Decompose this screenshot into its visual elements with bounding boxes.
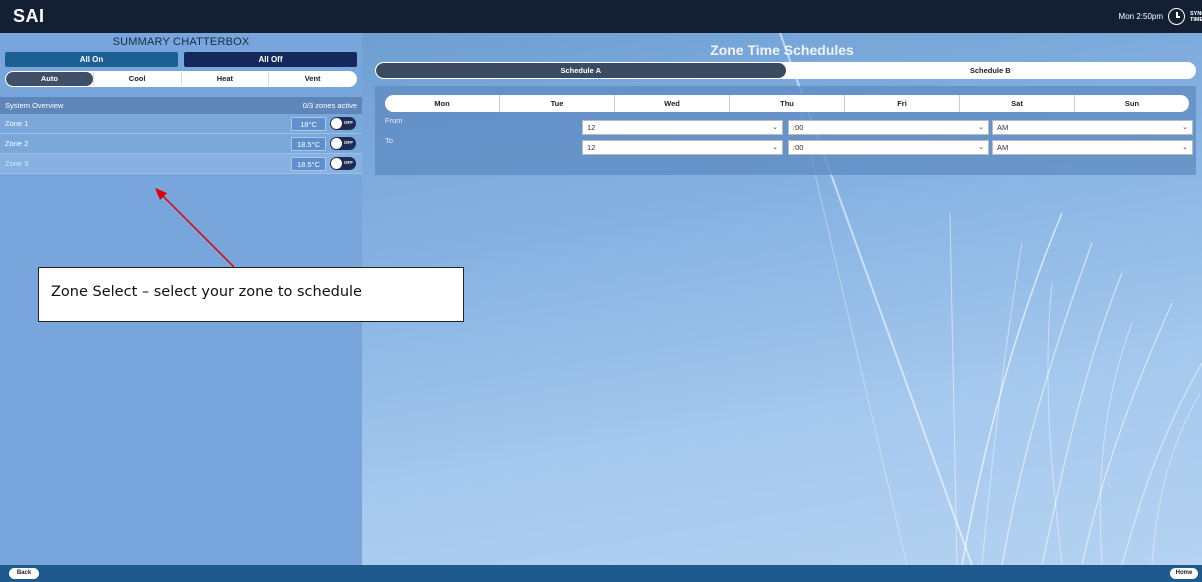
- toggle-knob: [331, 158, 342, 169]
- power-buttons: All On All Off: [0, 52, 362, 67]
- to-hour-select[interactable]: 12 ⌄: [582, 140, 783, 155]
- annotation-callout: Zone Select – select your zone to schedu…: [38, 267, 464, 322]
- zone-power-toggle[interactable]: OFF: [330, 117, 356, 130]
- schedule-card: Mon Tue Wed Thu Fri Sat Sun From 12 ⌄ :00…: [375, 86, 1196, 175]
- toggle-label: OFF: [344, 160, 353, 165]
- toggle-knob: [331, 138, 342, 149]
- zone-row-1[interactable]: Zone 1 18°C OFF: [0, 114, 362, 134]
- zone-row-3[interactable]: Zone 3 18.5°C OFF: [0, 154, 362, 174]
- chevron-down-icon: ⌄: [978, 124, 984, 131]
- chevron-down-icon: ⌄: [1182, 124, 1188, 131]
- zone-temperature: 18.5°C: [291, 136, 326, 151]
- chevron-down-icon: ⌄: [1182, 144, 1188, 151]
- zone-name[interactable]: Zone 1: [5, 119, 291, 128]
- day-thu-button[interactable]: Thu: [729, 95, 844, 112]
- to-minute-value: :00: [793, 143, 804, 152]
- toggle-label: OFF: [344, 120, 353, 125]
- mode-selector: Auto Cool Heat Vent: [5, 71, 357, 87]
- clock-area: Mon 2:50pm SYNC TIME: [1119, 0, 1202, 33]
- from-row: From 12 ⌄ :00 ⌄ AM ⌄: [375, 116, 1196, 135]
- zone-name[interactable]: Zone 2: [5, 139, 291, 148]
- day-tue-button[interactable]: Tue: [499, 95, 614, 112]
- sai-logo: SAI: [13, 6, 45, 26]
- mode-vent-button[interactable]: Vent: [268, 72, 356, 86]
- mode-auto-button[interactable]: Auto: [6, 72, 93, 86]
- zone-temperature: 18.5°C: [291, 156, 326, 171]
- schedule-tabs: Schedule A Schedule B: [375, 62, 1196, 79]
- tab-schedule-b[interactable]: Schedule B: [786, 63, 1196, 78]
- back-button[interactable]: Back: [9, 568, 39, 579]
- overview-label: System Overview: [5, 101, 64, 110]
- zone-power-toggle[interactable]: OFF: [330, 157, 356, 170]
- tab-schedule-a[interactable]: Schedule A: [376, 63, 786, 78]
- clock-icon[interactable]: [1168, 8, 1185, 25]
- toggle-knob: [331, 118, 342, 129]
- zone-temperature: 18°C: [291, 116, 326, 131]
- day-sun-button[interactable]: Sun: [1074, 95, 1189, 112]
- summary-title: SUMMARY CHATTERBOX: [112, 36, 250, 48]
- from-minute-select[interactable]: :00 ⌄: [788, 120, 989, 135]
- chevron-down-icon: ⌄: [772, 124, 778, 131]
- clock-text: Mon 2:50pm: [1118, 12, 1163, 21]
- callout-text: Zone Select – select your zone to schedu…: [51, 284, 362, 300]
- mode-cool-button[interactable]: Cool: [92, 72, 181, 86]
- to-hour-value: 12: [587, 143, 596, 152]
- to-label: To: [385, 136, 393, 145]
- page-title: Zone Time Schedules: [710, 42, 854, 58]
- bottom-bar: Back Home: [0, 565, 1202, 582]
- to-period-select[interactable]: AM ⌄: [992, 140, 1193, 155]
- to-minute-select[interactable]: :00 ⌄: [788, 140, 989, 155]
- all-on-button[interactable]: All On: [5, 52, 178, 67]
- to-row: To 12 ⌄ :00 ⌄ AM ⌄: [375, 136, 1196, 155]
- day-mon-button[interactable]: Mon: [385, 95, 499, 112]
- from-hour-select[interactable]: 12 ⌄: [582, 120, 783, 135]
- day-sat-button[interactable]: Sat: [959, 95, 1074, 112]
- from-label: From: [385, 116, 403, 125]
- top-bar: SAI Mon 2:50pm SYNC TIME: [0, 0, 1202, 33]
- mode-heat-button[interactable]: Heat: [180, 72, 269, 86]
- chevron-down-icon: ⌄: [772, 144, 778, 151]
- from-hour-value: 12: [587, 123, 596, 132]
- from-period-select[interactable]: AM ⌄: [992, 120, 1193, 135]
- day-fri-button[interactable]: Fri: [844, 95, 959, 112]
- from-minute-value: :00: [793, 123, 804, 132]
- all-off-button[interactable]: All Off: [184, 52, 357, 67]
- chevron-down-icon: ⌄: [978, 144, 984, 151]
- from-period-value: AM: [997, 123, 1009, 132]
- zone-row-2[interactable]: Zone 2 18.5°C OFF: [0, 134, 362, 154]
- toggle-label: OFF: [344, 140, 353, 145]
- zone-power-toggle[interactable]: OFF: [330, 137, 356, 150]
- sync-time-label[interactable]: SYNC TIME: [1190, 11, 1202, 23]
- day-selector: Mon Tue Wed Thu Fri Sat Sun: [385, 95, 1189, 112]
- overview-status: 0/3 zones active: [302, 101, 357, 110]
- schedule-panel: Zone Time Schedules Schedule A Schedule …: [362, 33, 1202, 565]
- to-period-value: AM: [997, 143, 1009, 152]
- system-overview: System Overview 0/3 zones active: [0, 97, 362, 114]
- zone-name[interactable]: Zone 3: [5, 159, 291, 168]
- home-button[interactable]: Home: [1170, 568, 1198, 579]
- day-wed-button[interactable]: Wed: [614, 95, 729, 112]
